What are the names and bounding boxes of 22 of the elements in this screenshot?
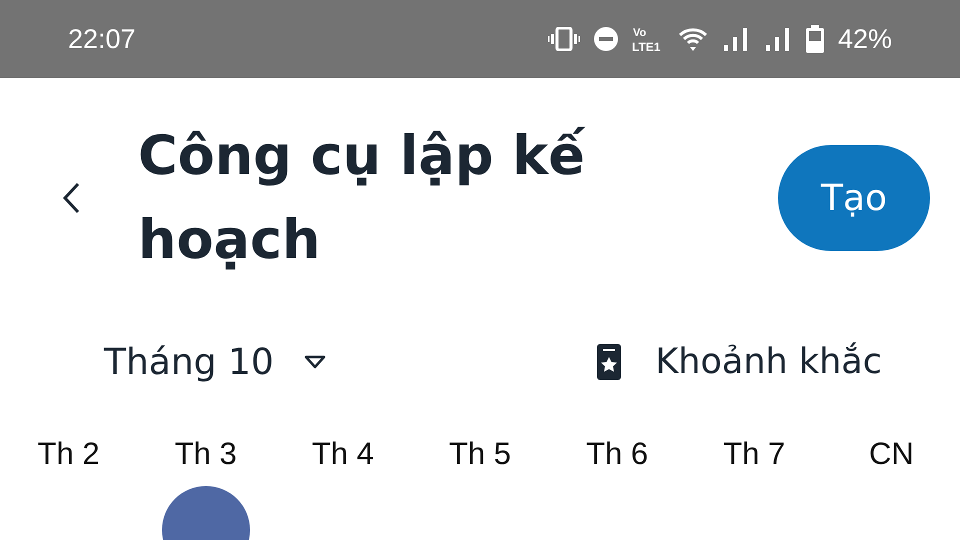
wifi-icon — [678, 26, 708, 52]
weekday-label: Th 2 — [38, 436, 100, 472]
volte-label: Vo — [632, 27, 646, 39]
weekday-label: Th 3 — [174, 436, 237, 472]
battery-icon — [806, 25, 824, 53]
clock-time: 22:07 — [68, 24, 137, 54]
weekday-label: Th 7 — [723, 436, 786, 472]
weekday-label: Th 6 — [586, 436, 648, 472]
signal-icon — [722, 27, 750, 51]
do-not-disturb-icon — [594, 27, 618, 51]
create-button[interactable]: Tạo — [778, 145, 930, 251]
page-title: Công cụ lập kế hoạch — [138, 123, 586, 273]
battery-percent: 42% — [838, 24, 892, 54]
signal-icon — [764, 27, 792, 51]
weekday-label: Th 5 — [448, 436, 511, 472]
caret-down-icon — [304, 355, 326, 369]
weekday-label: Th 4 — [312, 436, 374, 472]
moments-button[interactable]: Khoảnh khắc — [597, 342, 882, 382]
vibrate-icon — [548, 27, 580, 51]
month-dropdown[interactable]: Tháng 10 — [104, 342, 326, 382]
weekday-label: CN — [869, 436, 914, 472]
network-type-label: LTE1 — [632, 40, 660, 53]
